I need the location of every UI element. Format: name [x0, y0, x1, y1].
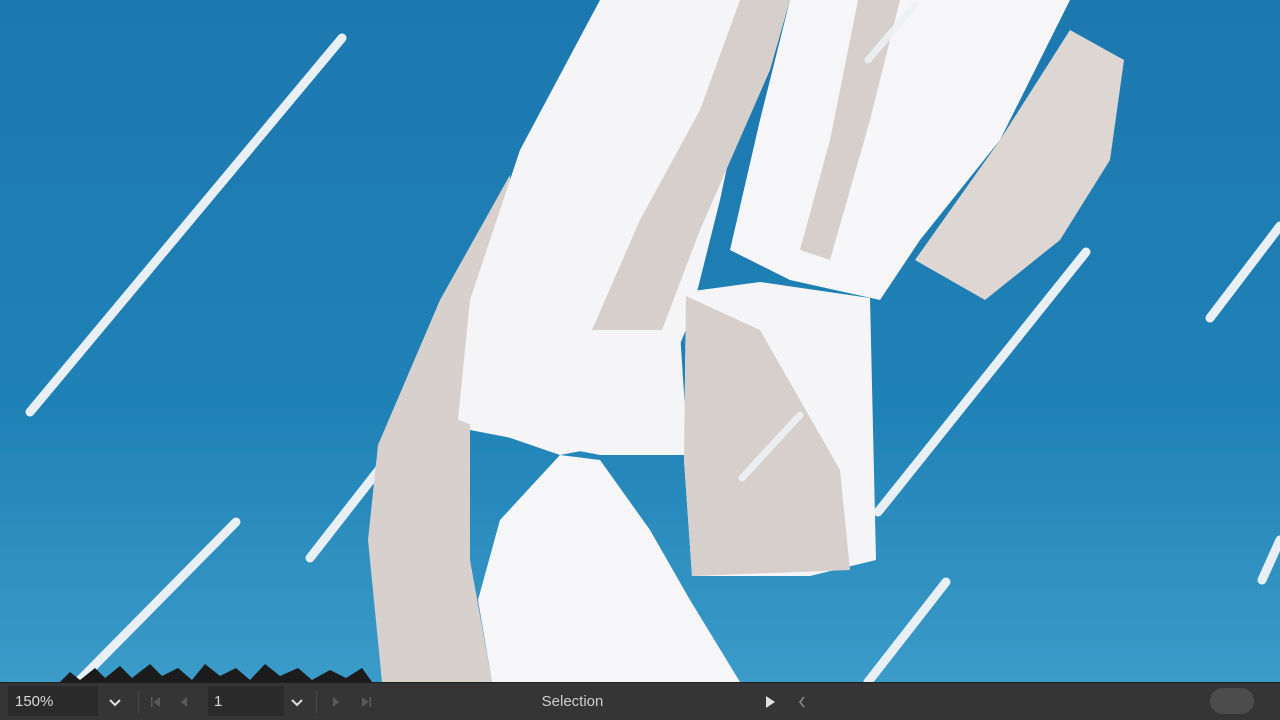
last-page-icon [362, 696, 371, 707]
previous-page-icon [181, 696, 187, 707]
current-tool-value: Selection [541, 693, 604, 710]
last-page-button[interactable] [354, 683, 378, 720]
zoom-level-field[interactable]: 150% [8, 686, 98, 716]
back-button[interactable] [790, 683, 814, 720]
current-tool-label[interactable]: Selection [500, 683, 645, 720]
zoom-level-value: 150% [15, 692, 54, 710]
chevron-down-icon [109, 698, 121, 706]
zoom-dropdown-button[interactable] [102, 683, 128, 720]
play-icon [766, 695, 775, 708]
artboard-canvas[interactable] [0, 0, 1280, 682]
play-button[interactable] [758, 683, 782, 720]
next-page-icon [333, 696, 339, 707]
first-page-icon [151, 696, 160, 707]
page-number-field[interactable]: 1 [208, 686, 284, 716]
page-number-value: 1 [214, 692, 223, 710]
chevron-left-icon [798, 696, 805, 707]
previous-page-button[interactable] [172, 683, 196, 720]
page-dropdown-button[interactable] [284, 683, 310, 720]
chevron-down-icon [291, 698, 303, 706]
horizontal-scrollbar-thumb[interactable] [1210, 688, 1254, 714]
status-bar: 150% 1 Selection [0, 682, 1280, 720]
next-page-button[interactable] [324, 683, 348, 720]
first-page-button[interactable] [144, 683, 168, 720]
artwork-illustration [0, 0, 1280, 682]
